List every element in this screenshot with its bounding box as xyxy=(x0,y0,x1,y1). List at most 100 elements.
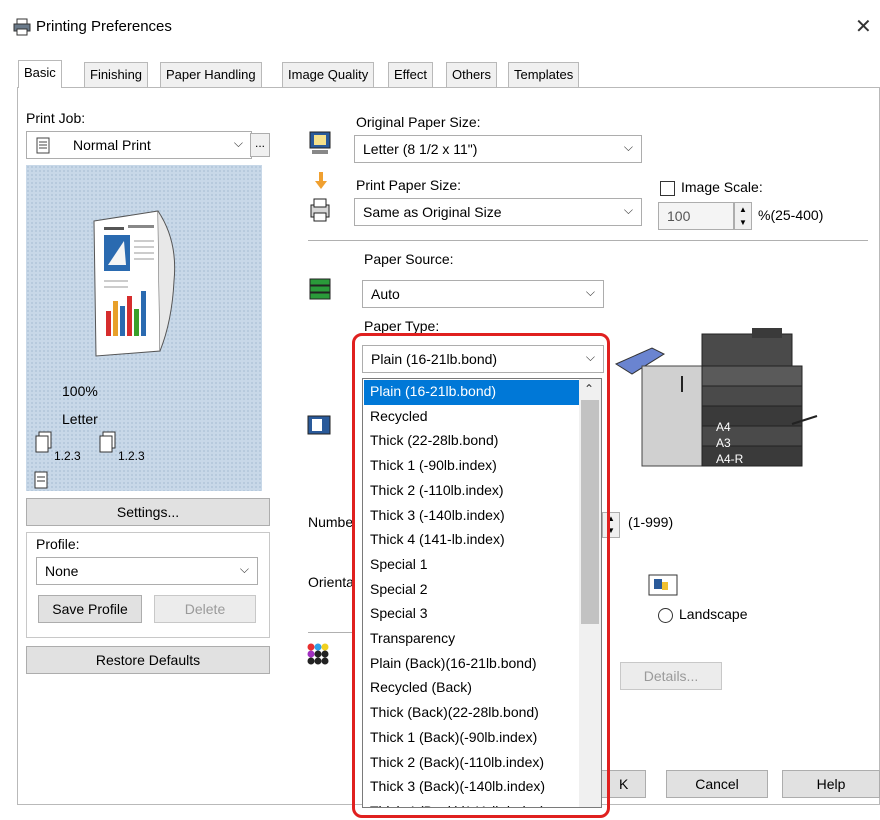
divider xyxy=(308,240,868,241)
delete-profile-button[interactable]: Delete xyxy=(154,595,256,623)
landscape-radio[interactable] xyxy=(658,608,673,623)
close-icon[interactable]: ✕ xyxy=(855,14,872,38)
tab-finishing[interactable]: Finishing xyxy=(84,62,149,88)
profile-value: None xyxy=(45,563,79,579)
print-preview: 100% Letter 1.2.3 1.2.3 xyxy=(26,165,262,491)
paper-type-option[interactable]: Recycled xyxy=(364,405,580,430)
settings-button[interactable]: Settings... xyxy=(26,498,270,526)
image-scale-range: %(25-400) xyxy=(758,207,824,223)
paper-type-option[interactable]: Thick 2 (Back)(-110lb.index) xyxy=(364,751,580,776)
preview-zoom: 100% xyxy=(62,383,98,399)
paper-type-option[interactable]: Thick 2 (-110lb.index) xyxy=(364,479,580,504)
tab-others[interactable]: Others xyxy=(446,62,498,88)
paper-type-option[interactable]: Special 3 xyxy=(364,602,580,627)
paper-type-option[interactable]: Special 1 xyxy=(364,553,580,578)
paper-type-option[interactable]: Plain (16-21lb.bond) xyxy=(364,380,580,405)
tab-image-quality[interactable]: Image Quality xyxy=(282,62,375,88)
tab-templates[interactable]: Templates xyxy=(508,62,580,88)
copies-spinner[interactable]: ▲ ▼ xyxy=(602,512,620,538)
image-scale-input[interactable]: 100 xyxy=(658,202,734,230)
divider xyxy=(308,632,352,633)
arrow-down-icon xyxy=(315,172,327,189)
landscape-label: Landscape xyxy=(679,606,748,622)
paper-type-option[interactable]: Plain (Back)(16-21lb.bond) xyxy=(364,652,580,677)
dropdown-scroll-thumb[interactable] xyxy=(581,400,599,624)
print-paper-size-label: Print Paper Size: xyxy=(356,177,462,193)
original-paper-size-icon xyxy=(309,131,331,154)
paper-source-icon xyxy=(309,278,331,300)
chevron-up-icon[interactable]: ⌃ xyxy=(584,382,594,396)
tab-label: Basic xyxy=(24,65,56,80)
paper-type-option[interactable]: Thick 1 (Back)(-90lb.index) xyxy=(364,726,580,751)
paper-type-option[interactable]: Transparency xyxy=(364,627,580,652)
ok-button[interactable]: K xyxy=(600,770,646,798)
paper-source-select[interactable]: Auto ⌵ xyxy=(362,280,604,308)
paper-type-option[interactable]: Thick 3 (Back)(-140lb.index) xyxy=(364,775,580,800)
paper-type-value: Plain (16-21lb.bond) xyxy=(371,351,498,367)
tab-basic[interactable]: Basic xyxy=(18,60,62,88)
restore-defaults-button[interactable]: Restore Defaults xyxy=(26,646,270,674)
printer-icon xyxy=(13,18,31,36)
paper-source-value: Auto xyxy=(371,286,400,302)
print-paper-size-icon xyxy=(310,198,330,222)
copy-sequence-label: 1.2.3 xyxy=(118,449,145,463)
paper-type-select[interactable]: Plain (16-21lb.bond) ⌵ xyxy=(362,345,604,373)
paper-type-dropdown-list[interactable]: Plain (16-21lb.bond) Recycled Thick (22-… xyxy=(362,378,602,808)
document-preview-icon xyxy=(93,210,176,357)
chevron-down-icon: ⌵ xyxy=(585,350,595,364)
paper-type-option[interactable]: Recycled (Back) xyxy=(364,676,580,701)
cancel-button[interactable]: Cancel xyxy=(666,770,768,798)
original-paper-size-label: Original Paper Size: xyxy=(356,114,481,130)
paper-type-icon xyxy=(307,415,331,435)
paper-type-label: Paper Type: xyxy=(364,318,440,334)
help-button[interactable]: Help xyxy=(782,770,880,798)
paper-type-option[interactable]: Thick 1 (-90lb.index) xyxy=(364,454,580,479)
chevron-down-icon: ⌵ xyxy=(623,140,633,154)
tray-label: B4 xyxy=(716,468,731,482)
profile-select[interactable]: None ⌵ xyxy=(36,557,258,585)
color-mode-icon xyxy=(307,643,329,665)
tray-label: A4 xyxy=(716,420,731,434)
chevron-down-icon: ⌵ xyxy=(239,562,249,576)
tab-label: Effect xyxy=(394,67,428,82)
print-job-label: Print Job: xyxy=(26,110,86,126)
tab-label: Image Quality xyxy=(288,67,369,82)
original-paper-size-select[interactable]: Letter (8 1/2 x 11") ⌵ xyxy=(354,135,642,163)
tab-paper-handling[interactable]: Paper Handling xyxy=(160,62,262,88)
paper-type-option[interactable]: Thick 3 (-140lb.index) xyxy=(364,504,580,529)
document-icon xyxy=(36,137,50,154)
image-scale-checkbox[interactable] xyxy=(660,181,675,196)
profile-label: Profile: xyxy=(36,536,80,552)
image-scale-value: 100 xyxy=(667,208,691,224)
paper-type-option[interactable]: Thick (22-28lb.bond) xyxy=(364,429,580,454)
save-profile-button[interactable]: Save Profile xyxy=(38,595,142,623)
print-paper-size-value: Same as Original Size xyxy=(363,204,502,220)
print-paper-size-select[interactable]: Same as Original Size ⌵ xyxy=(354,198,642,226)
title-bar: Printing Preferences ✕ xyxy=(0,0,880,58)
tab-label: Templates xyxy=(514,67,574,82)
image-scale-label: Image Scale: xyxy=(681,179,763,195)
copy-sequence-label: 1.2.3 xyxy=(54,449,81,463)
chevron-down-icon: ⌵ xyxy=(585,285,595,299)
print-job-more-button[interactable]: ... xyxy=(250,133,270,157)
tray-label: A4-R xyxy=(716,452,744,466)
image-scale-spinner[interactable]: ▲ ▼ xyxy=(734,202,752,230)
original-paper-size-value: Letter (8 1/2 x 11") xyxy=(363,141,478,157)
details-button[interactable]: Details... xyxy=(620,662,722,690)
tab-effect[interactable]: Effect xyxy=(388,62,434,88)
tab-label: Paper Handling xyxy=(166,67,256,82)
print-job-select[interactable]: Normal Print ⌵ xyxy=(26,131,252,159)
paper-type-option[interactable]: Thick 4 (141-lb.index) xyxy=(364,528,580,553)
print-job-value: Normal Print xyxy=(73,137,151,153)
paper-type-option[interactable]: Thick 4 (Back)(141-lb.index) xyxy=(364,800,580,807)
copies-range: (1-999) xyxy=(628,514,674,530)
orientation-label: Orienta xyxy=(308,574,354,590)
paper-type-option[interactable]: Thick (Back)(22-28lb.bond) xyxy=(364,701,580,726)
preview-paper: Letter xyxy=(62,411,98,427)
paper-type-option[interactable]: Special 2 xyxy=(364,578,580,603)
copy-stack-icon xyxy=(35,431,52,453)
chevron-down-icon: ⌵ xyxy=(233,136,243,150)
copies-label: Numbe xyxy=(308,514,354,530)
paper-source-label: Paper Source: xyxy=(364,251,454,267)
chevron-down-icon: ⌵ xyxy=(623,203,633,217)
